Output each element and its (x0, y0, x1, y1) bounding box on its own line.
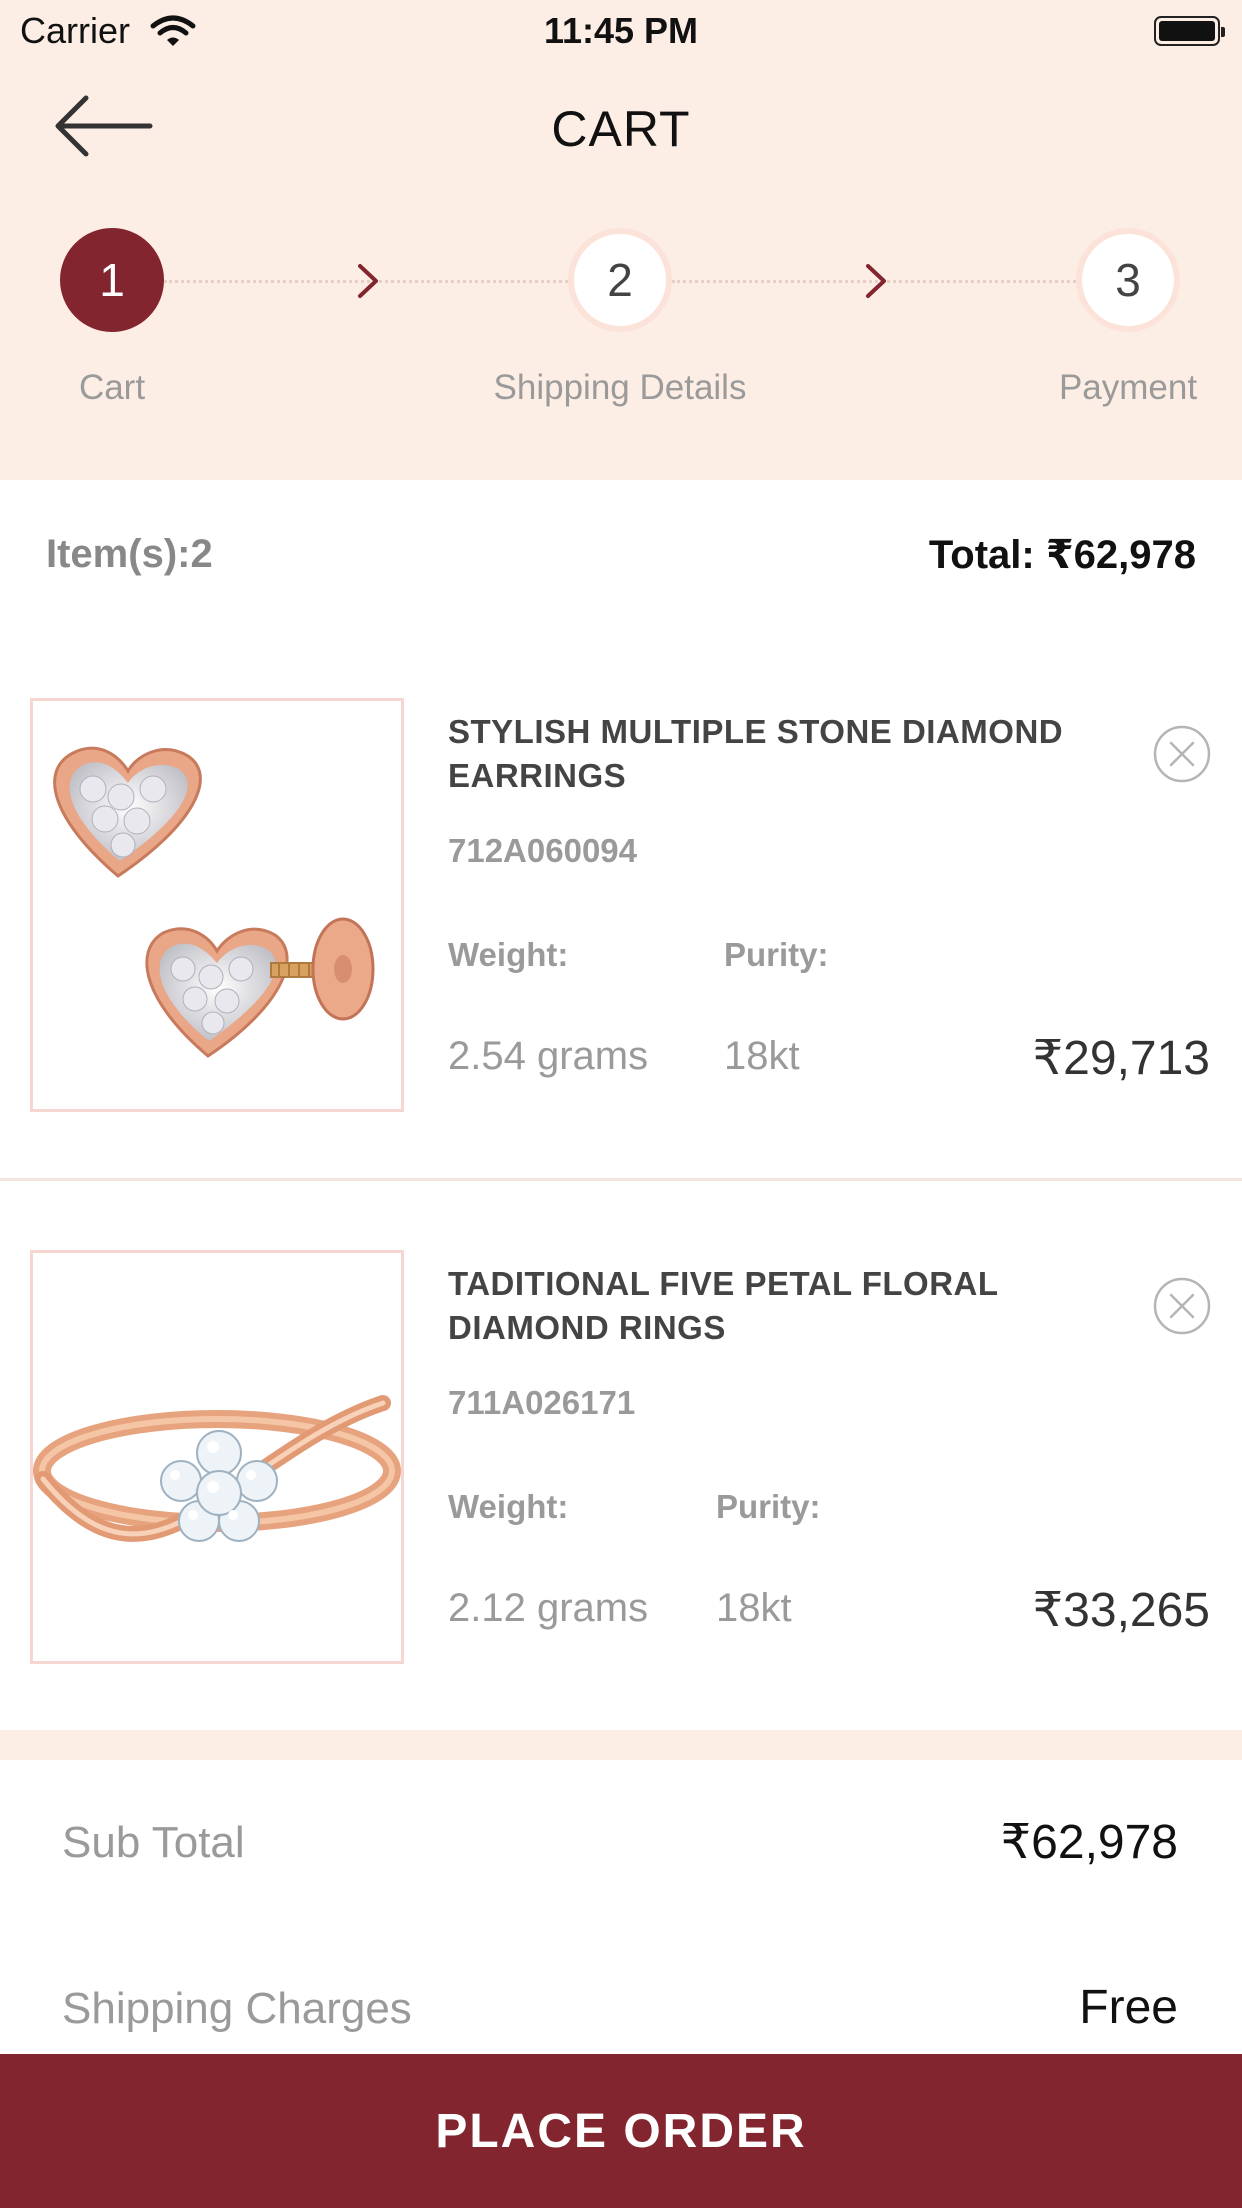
product-image[interactable] (30, 1250, 404, 1664)
weight-value: 2.12 grams (448, 1586, 649, 1630)
product-code: 711A026171 (448, 1384, 636, 1421)
product-price: ₹29,713 (1032, 1032, 1210, 1085)
chevron-right-icon (358, 264, 378, 298)
item-divider (0, 1178, 1242, 1181)
weight-value: 2.54 grams (448, 1034, 649, 1078)
subtotal-label: Sub Total (62, 1818, 245, 1867)
subtotal-value: ₹62,978 (1000, 1816, 1178, 1869)
cart-item: STYLISH MULTIPLE STONE DIAMOND EARRINGS … (0, 660, 1242, 1212)
heart-earrings-image (53, 746, 375, 1058)
step-2-label: Shipping Details (493, 368, 747, 407)
step-3-indicator[interactable]: 3 (1076, 228, 1180, 332)
place-order-button[interactable]: PLACE ORDER (0, 2054, 1242, 2208)
page-title: CART (551, 101, 691, 157)
purity-label: Purity: (724, 936, 829, 973)
shipping-label: Shipping Charges (62, 1984, 412, 2033)
section-separator (0, 1730, 1242, 1760)
shipping-value: Free (1079, 1981, 1178, 2034)
remove-item-icon[interactable] (1152, 724, 1212, 784)
status-time: 11:45 PM (543, 10, 699, 51)
product-price: ₹33,265 (1032, 1584, 1210, 1637)
chevron-right-icon (866, 264, 886, 298)
weight-label: Weight: (448, 936, 569, 973)
status-bar: Carrier 11:45 PM (0, 0, 1242, 62)
step-2-indicator[interactable]: 2 (568, 228, 672, 332)
purity-label: Purity: (716, 1488, 821, 1525)
product-code: 712A060094 (448, 832, 638, 869)
product-image[interactable] (30, 698, 404, 1112)
step-1-indicator[interactable]: 1 (60, 228, 164, 332)
product-name[interactable]: STYLISH MULTIPLE STONE DIAMOND EARRINGS (448, 710, 1088, 798)
step-3-label: Payment (1058, 368, 1198, 407)
purity-value: 18kt (724, 1034, 800, 1078)
cart-item: TADITIONAL FIVE PETAL FLORAL DIAMOND RIN… (0, 1212, 1242, 1764)
floral-ring-image (33, 1395, 401, 1542)
remove-item-icon[interactable] (1152, 1276, 1212, 1336)
step-1-label: Cart (78, 368, 146, 407)
battery-icon (1154, 16, 1225, 46)
cart-total: Total: ₹62,978 (928, 533, 1196, 577)
product-name[interactable]: TADITIONAL FIVE PETAL FLORAL DIAMOND RIN… (448, 1262, 1088, 1350)
items-count: Item(s):2 (46, 532, 213, 576)
purity-value: 18kt (716, 1586, 792, 1630)
weight-label: Weight: (448, 1488, 569, 1525)
